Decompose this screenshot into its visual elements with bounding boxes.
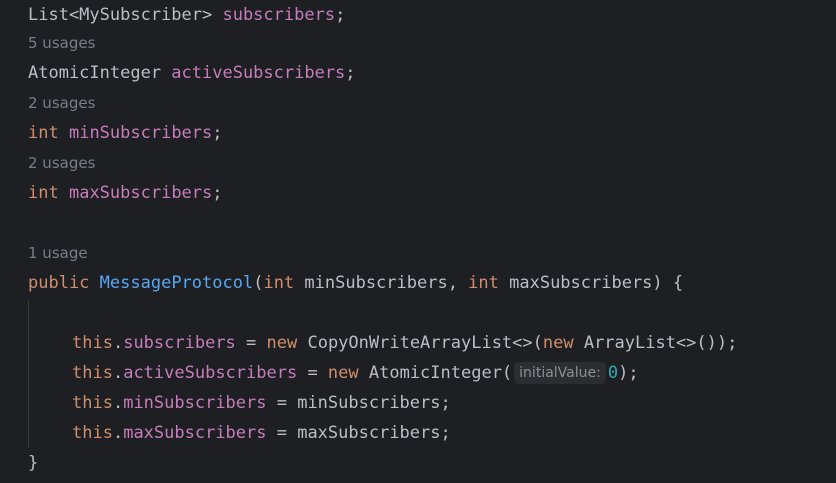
code-editor[interactable]: List<MySubscriber> subscribers; 5 usages… xyxy=(0,0,836,483)
punctuation: ; xyxy=(345,63,356,83)
keyword: this xyxy=(72,333,113,353)
punctuation: ; xyxy=(212,183,223,203)
code-line-assign-subscribers[interactable]: this.subscribers = new CopyOnWriteArrayL… xyxy=(72,328,737,358)
punctuation: ; xyxy=(212,123,223,143)
punctuation: . xyxy=(112,363,124,383)
usages-hint[interactable]: 2 usages xyxy=(28,153,95,173)
type-name: ArrayList<>()); xyxy=(573,333,738,353)
keyword: this xyxy=(72,393,113,413)
keyword: public xyxy=(28,273,90,293)
field-name: subscribers xyxy=(123,333,236,353)
keyword: new xyxy=(542,333,574,353)
type-name: CopyOnWriteArrayList<>( xyxy=(297,333,543,353)
usages-hint[interactable]: 5 usages xyxy=(28,33,95,53)
code-line-assign-active-subscribers[interactable]: this.activeSubscribers = new AtomicInteg… xyxy=(72,358,639,388)
keyword: int xyxy=(263,273,295,293)
code-line-active-subscribers-field[interactable]: AtomicInteger activeSubscribers; xyxy=(28,58,356,88)
code-line-assign-max-subscribers[interactable]: this.maxSubscribers = maxSubscribers; xyxy=(72,418,451,448)
usages-hint[interactable]: 1 usage xyxy=(28,243,88,263)
field-name: maxSubscribers xyxy=(68,183,213,203)
code-line-assign-min-subscribers[interactable]: this.minSubscribers = minSubscribers; xyxy=(72,388,451,418)
field-name: minSubscribers xyxy=(68,123,213,143)
punctuation: . xyxy=(112,333,124,353)
type-name: List<MySubscriber> xyxy=(28,5,223,25)
number-literal: 0 xyxy=(607,363,619,383)
assignment: = minSubscribers; xyxy=(266,393,451,413)
usages-hint[interactable]: 2 usages xyxy=(28,93,95,113)
code-line-closing-brace[interactable]: } xyxy=(28,448,38,478)
parameter: minSubscribers, xyxy=(294,273,469,293)
code-line-subscribers-field[interactable]: List<MySubscriber> subscribers; xyxy=(28,0,345,30)
operator: = xyxy=(297,363,328,383)
keyword: int xyxy=(468,273,499,293)
punctuation: . xyxy=(112,393,124,413)
punctuation: ; xyxy=(335,5,346,25)
type-name: AtomicInteger( xyxy=(358,363,513,383)
code-line-max-subscribers-field[interactable]: int maxSubscribers; xyxy=(28,178,223,208)
constructor-name: MessageProtocol xyxy=(99,273,254,293)
closing-brace: } xyxy=(28,453,39,473)
parameter-name-hint: initialValue: xyxy=(514,362,606,384)
field-name: maxSubscribers xyxy=(123,423,267,443)
indent-guide xyxy=(28,300,29,448)
code-line-constructor-signature[interactable]: public MessageProtocol(int minSubscriber… xyxy=(28,268,683,298)
assignment: = maxSubscribers; xyxy=(266,423,451,443)
keyword: new xyxy=(327,363,359,383)
field-name: minSubscribers xyxy=(123,393,267,413)
punctuation: ); xyxy=(618,363,639,383)
keyword: new xyxy=(266,333,298,353)
keyword: int xyxy=(28,183,59,203)
field-name: activeSubscribers xyxy=(123,363,298,383)
type-name: AtomicInteger xyxy=(28,63,172,83)
parameter: maxSubscribers) { xyxy=(498,273,684,293)
operator: = xyxy=(235,333,267,353)
field-name: subscribers xyxy=(222,5,336,25)
punctuation: ( xyxy=(253,273,264,293)
field-name: activeSubscribers xyxy=(171,63,346,83)
code-line-min-subscribers-field[interactable]: int minSubscribers; xyxy=(28,118,223,148)
punctuation: . xyxy=(112,423,124,443)
keyword: this xyxy=(72,423,113,443)
keyword: this xyxy=(72,363,113,383)
keyword: int xyxy=(28,123,59,143)
